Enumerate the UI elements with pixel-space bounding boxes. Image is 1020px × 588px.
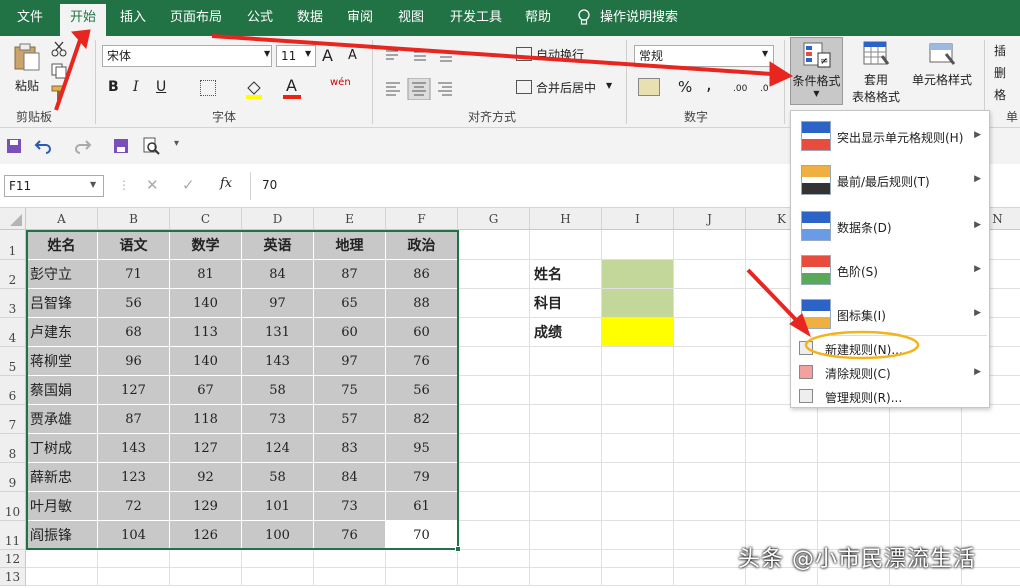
annotation-overlay bbox=[54, 29, 920, 360]
highlight-ring bbox=[804, 330, 920, 360]
watermark: 头条 @小市民漂流生活 bbox=[738, 547, 976, 572]
